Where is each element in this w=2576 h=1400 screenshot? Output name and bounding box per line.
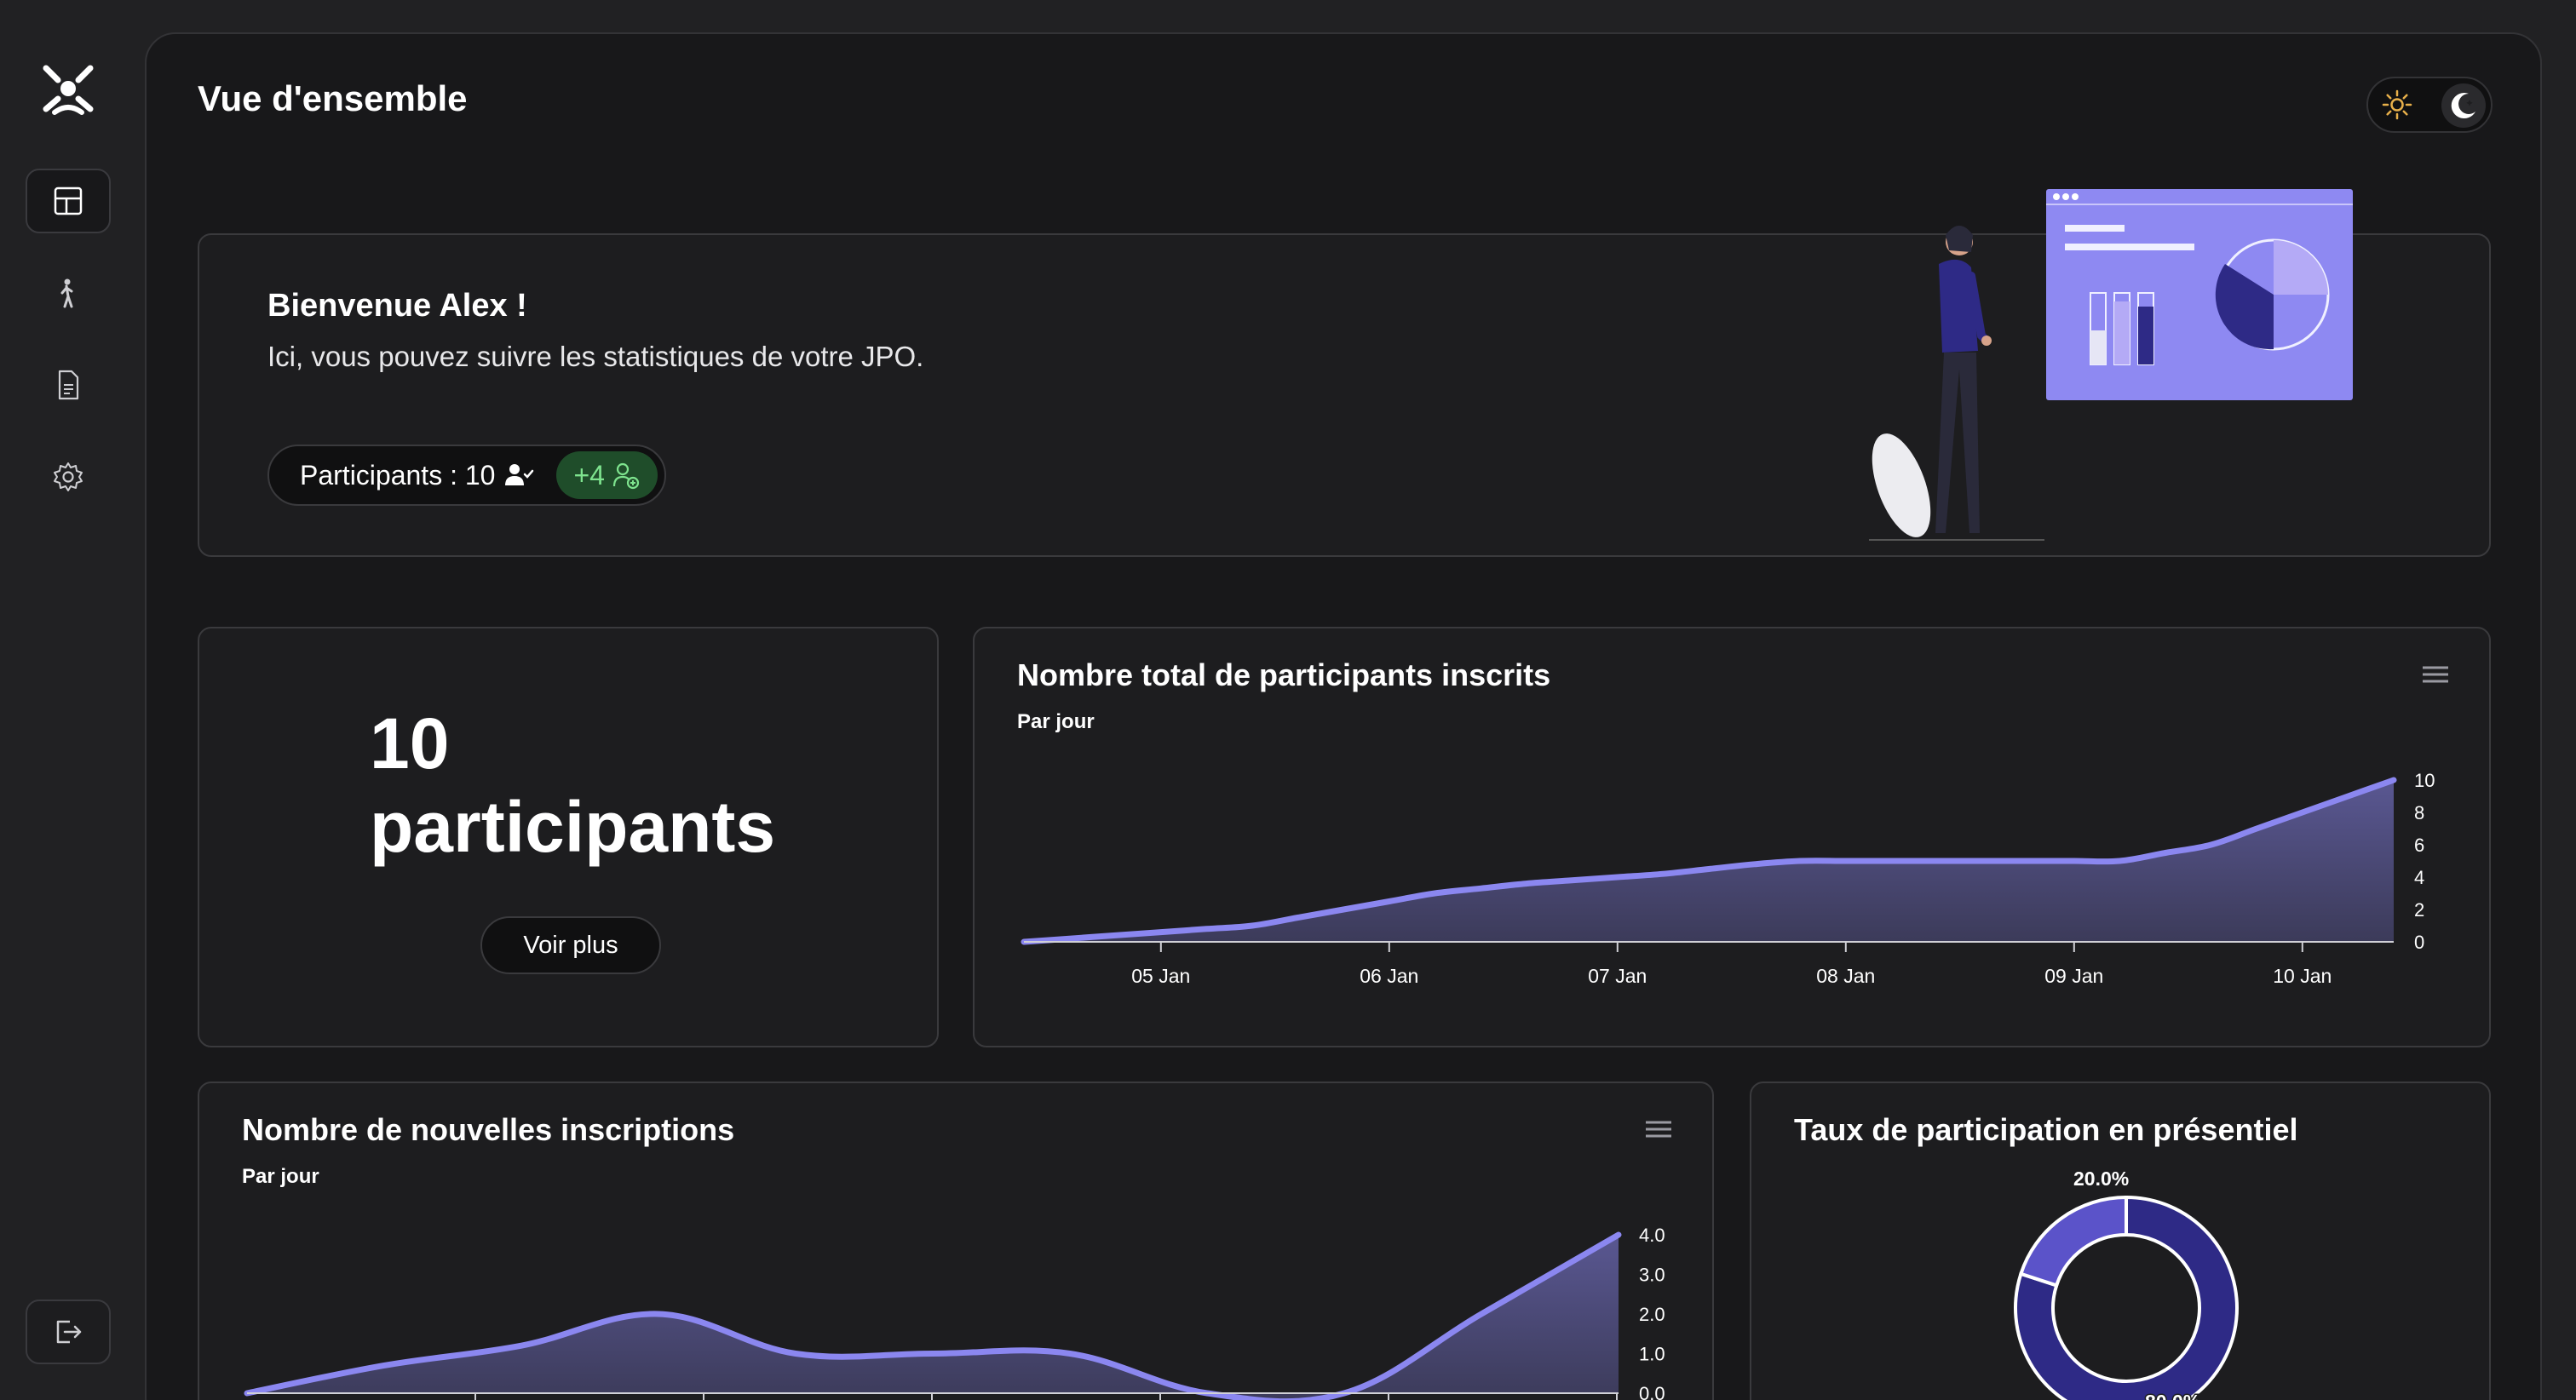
sidebar-item-settings[interactable] <box>26 445 111 509</box>
user-add-icon <box>612 462 640 490</box>
welcome-subtitle: Ici, vous pouvez suivre les statistiques… <box>267 341 924 372</box>
logout-button[interactable] <box>26 1300 111 1364</box>
y-tick-label: 2.0 <box>1639 1304 1665 1325</box>
participants-total: 10 participants <box>370 702 775 869</box>
participants-total-count: 10 <box>370 703 450 783</box>
user-check-icon <box>505 464 534 485</box>
new-participants-delta: +4 <box>573 459 605 491</box>
y-tick-label: 0 <box>2414 932 2424 953</box>
y-tick-label: 10 <box>2414 770 2435 791</box>
y-tick-label: 6 <box>2414 835 2424 856</box>
moon-icon <box>2451 93 2475 119</box>
total-participants-chart: 0 2 4 6 8 10 05 Jan 06 Jan 07 Jan 08 Jan 09 Jan 10 … <box>1021 770 2435 987</box>
x-tick-label: 08 Jan <box>1816 965 1875 987</box>
sidebar-item-participants[interactable] <box>26 261 111 325</box>
pie-slice <box>2018 1195 2128 1288</box>
total-participants-card: Nombre total de participants inscrits Pa… <box>973 627 2491 1047</box>
y-tick-label: 4 <box>2414 867 2424 888</box>
person-walking-icon <box>60 278 73 308</box>
y-tick-label: 8 <box>2414 802 2424 823</box>
new-registrations-chart: 0.0 1.0 2.0 3.0 4.0 <box>244 1225 1665 1400</box>
sidebar <box>0 0 136 1400</box>
x-tick-label: 07 Jan <box>1588 965 1647 987</box>
document-icon <box>58 370 79 400</box>
y-tick-label: 4.0 <box>1639 1225 1665 1246</box>
sidebar-item-documents[interactable] <box>26 353 111 417</box>
x-tick-label: 06 Jan <box>1360 965 1418 987</box>
y-tick-label: 3.0 <box>1639 1265 1665 1286</box>
participation-rate-card: Taux de participation en présentiel 80.0… <box>1750 1082 2491 1400</box>
app-logo[interactable] <box>37 60 99 121</box>
y-tick-label: 1.0 <box>1639 1344 1665 1365</box>
y-tick-label: 2 <box>2414 899 2424 921</box>
page-title: Vue d'ensemble <box>198 78 468 118</box>
sun-icon[interactable] <box>2380 88 2414 122</box>
x-tick-label: 09 Jan <box>2044 965 2103 987</box>
slice-label: 20.0% <box>2073 1168 2129 1190</box>
series-area <box>247 1235 1619 1400</box>
x-tick-label: 10 Jan <box>2273 965 2332 987</box>
series-area <box>1024 780 2394 942</box>
logout-icon <box>56 1320 82 1344</box>
new-registrations-card: Nombre de nouvelles inscriptions Par jou… <box>198 1082 1714 1400</box>
theme-toggle[interactable] <box>2366 77 2493 133</box>
illustration-person <box>1869 226 2044 541</box>
participants-summary-card: 10 participants Voir plus <box>198 627 939 1047</box>
sidebar-item-dashboard[interactable] <box>26 169 111 233</box>
participants-total-label: participants <box>370 787 776 867</box>
x-tick-label: 05 Jan <box>1131 965 1190 987</box>
welcome-title: Bienvenue Alex ! <box>267 288 527 324</box>
see-more-button[interactable]: Voir plus <box>480 916 661 974</box>
dashboard-illustration <box>1869 189 2353 541</box>
slice-label: 80.0% <box>2145 1391 2200 1400</box>
y-tick-label: 0.0 <box>1639 1383 1665 1400</box>
main-panel: Vue d'ensemble Bienvenue Alex ! Ici, vou… <box>145 32 2542 1400</box>
gear-icon <box>54 462 83 491</box>
illustration-board <box>2046 189 2353 400</box>
layout-icon <box>54 186 83 215</box>
participants-count-label: Participants : 10 <box>300 459 496 491</box>
participation-rate-chart: 80.0% 20.0% <box>2014 1167 2239 1400</box>
dark-mode-button[interactable] <box>2441 83 2486 128</box>
participants-pill: Participants : 10 +4 <box>267 445 666 506</box>
new-participants-badge: +4 <box>556 451 658 499</box>
